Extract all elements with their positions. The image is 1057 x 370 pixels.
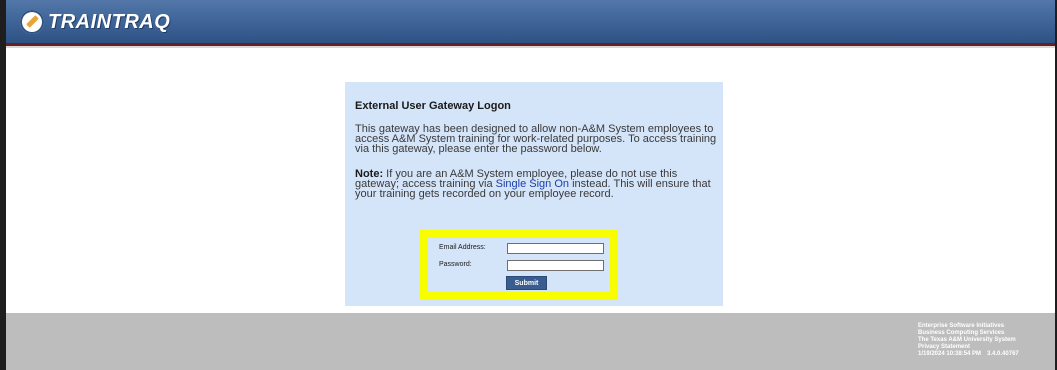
- footer-info: Enterprise Software Initiatives Business…: [918, 323, 1019, 358]
- footer-version: 3.4.0.40767: [987, 351, 1019, 357]
- app-window: TRAINTRAQ External User Gateway Logon Th…: [6, 0, 1055, 370]
- footer-timestamp: 1/19/2024 10:38:54 PM: [918, 351, 982, 357]
- brand-name: TRAINTRAQ: [48, 10, 171, 33]
- login-highlight-box: Email Address: Password: Submit: [420, 230, 618, 300]
- submit-button[interactable]: Submit: [506, 276, 547, 290]
- footer-line-tamus: The Texas A&M University System: [918, 337, 1016, 343]
- footer-line-bcs: Business Computing Services: [918, 330, 1005, 336]
- footer: Enterprise Software Initiatives Business…: [6, 313, 1055, 370]
- logon-panel: External User Gateway Logon This gateway…: [345, 82, 723, 306]
- header-divider-light: [6, 46, 1055, 48]
- intro-text: This gateway has been designed to allow …: [355, 123, 717, 155]
- top-header: TRAINTRAQ: [6, 0, 1055, 43]
- password-field[interactable]: [507, 260, 604, 271]
- login-form: Email Address: Password: Submit: [428, 238, 610, 292]
- email-label: Email Address:: [439, 244, 486, 251]
- pencil-logo-icon: [20, 10, 44, 34]
- email-field[interactable]: [507, 243, 604, 254]
- traintraq-logo[interactable]: TRAINTRAQ: [20, 9, 170, 35]
- note-text: Note: If you are an A&M System employee,…: [355, 169, 717, 200]
- page-title: External User Gateway Logon: [355, 100, 511, 112]
- password-label: Password:: [439, 261, 472, 268]
- privacy-statement-link[interactable]: Privacy Statement: [918, 344, 1019, 351]
- footer-line-esi: Enterprise Software Initiatives: [918, 323, 1005, 329]
- footer-timestamp-row: 1/19/2024 10:38:54 PM 3.4.0.40767: [918, 351, 1019, 358]
